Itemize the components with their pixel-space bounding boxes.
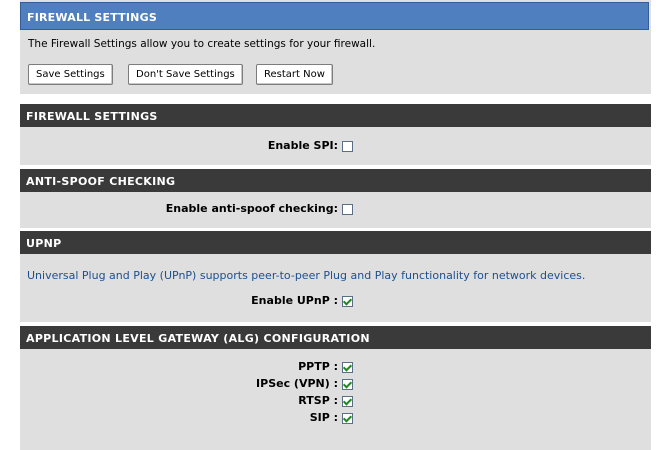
- intro-header: FIREWALL SETTINGS: [20, 2, 649, 30]
- enable-upnp-checkbox[interactable]: [342, 296, 353, 307]
- alg-ipsec-checkbox[interactable]: [342, 379, 353, 390]
- intro-panel: FIREWALL SETTINGS The Firewall Settings …: [20, 0, 651, 94]
- alg-pptp-label: PPTP :: [298, 360, 338, 373]
- enable-antispoof-checkbox[interactable]: [342, 204, 353, 215]
- enable-antispoof-label: Enable anti-spoof checking:: [165, 202, 338, 215]
- enable-upnp-label: Enable UPnP :: [251, 294, 338, 307]
- alg-section-header: APPLICATION LEVEL GATEWAY (ALG) CONFIGUR…: [20, 326, 651, 349]
- enable-spi-checkbox[interactable]: [342, 141, 353, 152]
- firewall-section-body: Enable SPI:: [20, 127, 651, 165]
- enable-spi-label: Enable SPI:: [267, 139, 338, 152]
- alg-ipsec-label: IPSec (VPN) :: [256, 377, 338, 390]
- alg-pptp-checkbox[interactable]: [342, 362, 353, 373]
- firewall-settings-page: FIREWALL SETTINGS The Firewall Settings …: [20, 0, 651, 450]
- antispoof-section-header: ANTI-SPOOF CHECKING: [20, 169, 651, 192]
- upnp-description: Universal Plug and Play (UPnP) supports …: [27, 269, 586, 282]
- section-gap: [20, 94, 651, 104]
- firewall-section-header: FIREWALL SETTINGS: [20, 104, 651, 127]
- alg-section-body: PPTP : IPSec (VPN) : RTSP : SIP :: [20, 349, 651, 450]
- save-settings-button[interactable]: Save Settings: [28, 64, 113, 85]
- alg-rtsp-label: RTSP :: [298, 394, 338, 407]
- intro-description: The Firewall Settings allow you to creat…: [28, 38, 376, 50]
- restart-now-button[interactable]: Restart Now: [256, 64, 333, 85]
- alg-rtsp-checkbox[interactable]: [342, 396, 353, 407]
- antispoof-section-title: ANTI-SPOOF CHECKING: [26, 175, 176, 188]
- alg-sip-checkbox[interactable]: [342, 413, 353, 424]
- firewall-section-title: FIREWALL SETTINGS: [26, 110, 158, 123]
- upnp-section-header: UPNP: [20, 231, 651, 254]
- upnp-section-title: UPNP: [26, 237, 62, 250]
- dont-save-settings-button[interactable]: Don't Save Settings: [128, 64, 243, 85]
- antispoof-section-body: Enable anti-spoof checking:: [20, 192, 651, 228]
- upnp-section-body: [20, 254, 651, 322]
- intro-title: FIREWALL SETTINGS: [27, 11, 157, 24]
- alg-sip-label: SIP :: [309, 411, 338, 424]
- alg-section-title: APPLICATION LEVEL GATEWAY (ALG) CONFIGUR…: [26, 332, 370, 345]
